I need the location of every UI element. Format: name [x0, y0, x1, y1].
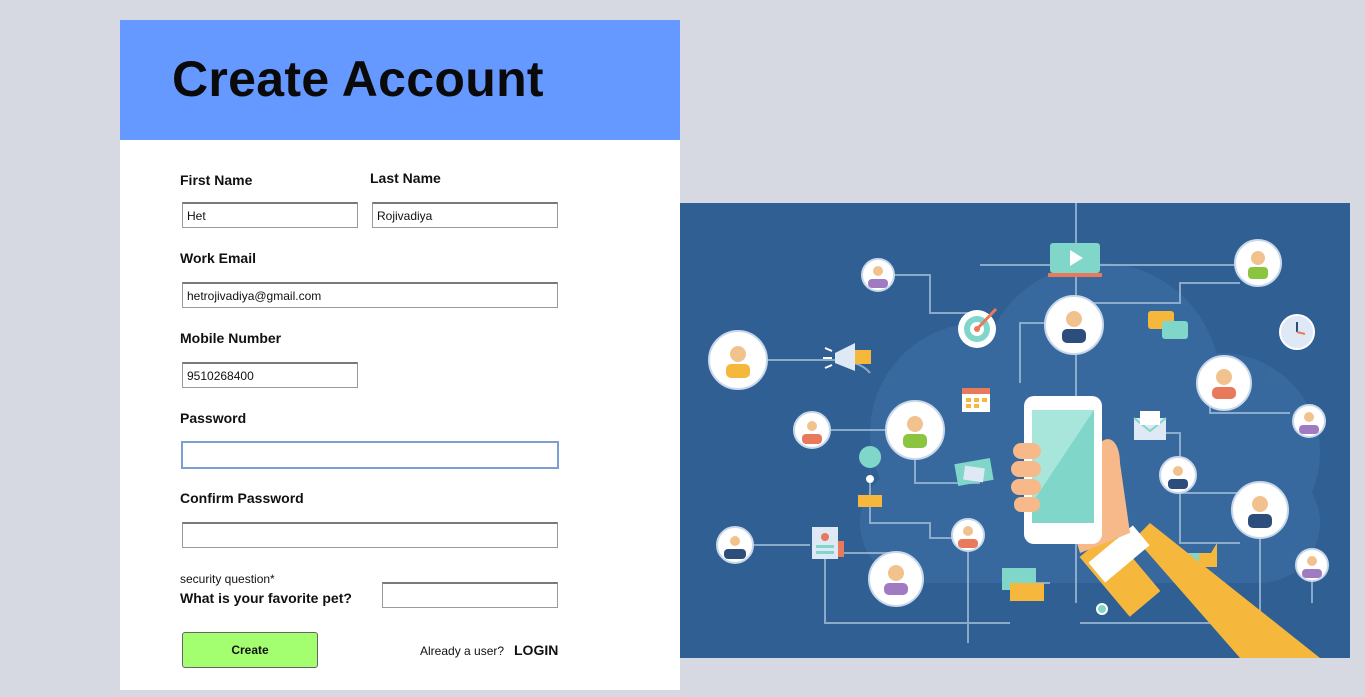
form-header: Create Account	[120, 20, 680, 140]
page-title: Create Account	[172, 51, 544, 107]
password-label: Password	[180, 410, 247, 426]
last-name-input[interactable]	[372, 202, 558, 228]
video-play-icon	[1048, 243, 1102, 277]
password-input[interactable]	[181, 441, 559, 469]
mobile-number-input[interactable]	[182, 362, 358, 388]
first-name-input[interactable]	[182, 202, 358, 228]
security-answer-input[interactable]	[382, 582, 558, 608]
already-user-text: Already a user?	[420, 644, 505, 658]
create-button[interactable]: Create	[182, 632, 318, 668]
login-link[interactable]: LOGIN	[514, 642, 558, 658]
first-name-label: First Name	[180, 172, 253, 188]
confirm-password-label: Confirm Password	[180, 490, 304, 506]
network-illustration	[680, 203, 1350, 658]
confirm-password-input[interactable]	[182, 522, 558, 548]
work-email-label: Work Email	[180, 250, 256, 266]
signup-card: Create Account First Name Last Name Work…	[120, 20, 680, 690]
mobile-number-label: Mobile Number	[180, 330, 282, 346]
work-email-input[interactable]	[182, 282, 558, 308]
last-name-label: Last Name	[370, 170, 441, 186]
calendar-icon	[962, 388, 990, 412]
clock-icon	[1279, 314, 1315, 350]
security-question-label: What is your favorite pet?	[180, 590, 352, 606]
security-question-hint: security question*	[180, 572, 275, 586]
